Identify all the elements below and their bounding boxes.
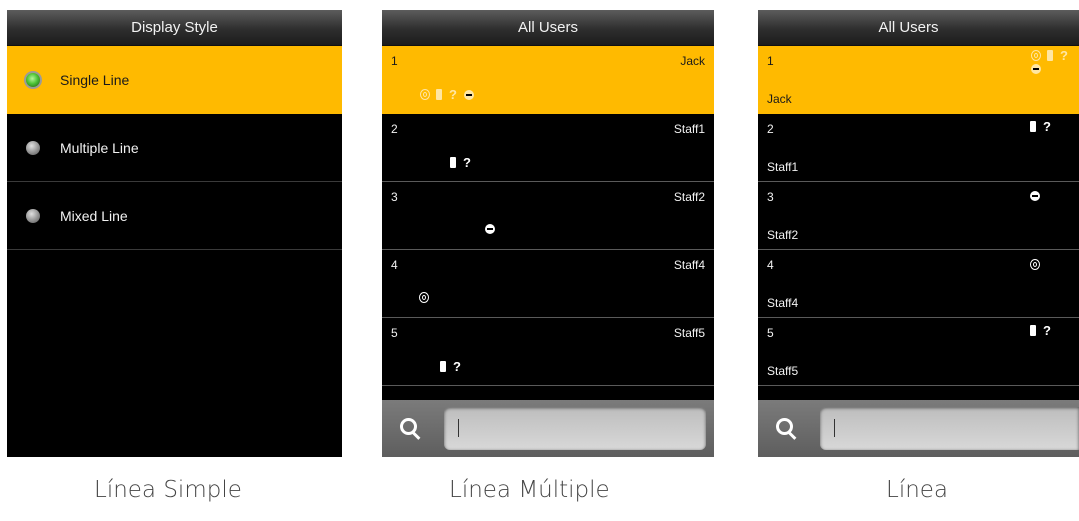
user-row[interactable]: 2 Staff1 ?	[382, 114, 714, 182]
radio-unselected-icon	[26, 140, 40, 155]
option-mixed-line[interactable]: Mixed Line	[7, 182, 342, 250]
user-id: 2	[767, 122, 774, 136]
screen-title: All Users	[758, 10, 1079, 46]
option-multiple-line[interactable]: Multiple Line	[7, 114, 342, 182]
face-icon	[1030, 191, 1040, 201]
option-single-line[interactable]: Single Line	[7, 46, 342, 114]
radio-selected-icon	[26, 72, 40, 87]
user-name: Staff4	[767, 296, 799, 310]
password-icon: ?	[463, 155, 471, 170]
display-style-screen: Display Style Single Line Multiple Line …	[7, 10, 342, 457]
password-icon: ?	[1043, 119, 1051, 134]
user-name: Jack	[767, 92, 792, 106]
verify-icons: ?	[1030, 120, 1052, 133]
card-icon	[1030, 325, 1036, 336]
face-icon	[1031, 64, 1041, 74]
text-caret	[834, 419, 835, 437]
user-row[interactable]: 4 Staff4	[758, 250, 1079, 318]
search-input[interactable]	[444, 407, 706, 450]
fingerprint-icon	[1031, 50, 1041, 61]
radio-unselected-icon	[26, 208, 40, 223]
screen-title: All Users	[382, 10, 714, 46]
password-icon: ?	[1060, 48, 1068, 63]
user-row[interactable]: 3 Staff2	[758, 182, 1079, 250]
user-name: Staff1	[767, 160, 799, 174]
fingerprint-icon	[420, 89, 430, 100]
option-label: Mixed Line	[60, 207, 128, 224]
search-bar	[758, 400, 1079, 457]
user-name: Jack	[680, 54, 705, 68]
user-id: 4	[391, 258, 398, 272]
search-icon[interactable]	[774, 416, 800, 442]
text-caret	[458, 419, 459, 437]
user-row[interactable]: 3 Staff2	[382, 182, 714, 250]
verify-icons	[1030, 259, 1040, 270]
user-id: 2	[391, 122, 398, 136]
option-label: Single Line	[60, 71, 130, 88]
card-icon	[440, 361, 446, 372]
verify-icons: ?	[1030, 324, 1052, 337]
user-row[interactable]: 2 Staff1 ?	[758, 114, 1079, 182]
password-icon: ?	[1043, 323, 1051, 338]
verify-icons: ?	[420, 88, 474, 101]
search-bar	[382, 400, 714, 457]
user-row[interactable]: 5 Staff5 ?	[758, 318, 1079, 386]
user-name: Staff1	[673, 122, 705, 136]
user-id: 3	[391, 190, 398, 204]
search-input[interactable]	[820, 407, 1079, 450]
face-icon	[464, 89, 474, 100]
verify-icons	[419, 292, 429, 303]
all-users-multiple-line-screen: All Users 1 Jack ? 2 Staff1 ? 3 Staff2 4…	[382, 10, 714, 457]
all-users-mixed-line-screen: All Users 1 Jack ? 2 Staff1 ? 3 Staff2 4…	[758, 10, 1079, 457]
user-name: Staff2	[767, 228, 799, 242]
search-icon[interactable]	[398, 416, 424, 442]
user-id: 3	[767, 190, 774, 204]
password-icon: ?	[449, 87, 457, 102]
user-row[interactable]: 1 Jack ?	[382, 46, 714, 114]
user-name: Staff5	[673, 326, 705, 340]
screen-title: Display Style	[7, 10, 342, 46]
fingerprint-icon	[419, 292, 429, 303]
face-icon	[485, 224, 495, 234]
user-name: Staff5	[767, 364, 799, 378]
user-row[interactable]: 4 Staff4	[382, 250, 714, 318]
verify-icons	[485, 224, 495, 234]
card-icon	[450, 157, 456, 168]
user-id: 5	[391, 326, 398, 340]
caption-single-line: Línea Simple	[94, 477, 242, 503]
user-name: Staff2	[673, 190, 705, 204]
password-icon: ?	[453, 359, 461, 374]
user-id: 5	[767, 326, 774, 340]
card-icon	[436, 89, 442, 100]
user-row[interactable]: 5 Staff5 ?	[382, 318, 714, 386]
caption-mixed-line: Línea	[886, 477, 949, 503]
card-icon	[1047, 50, 1053, 61]
user-id: 4	[767, 258, 774, 272]
caption-multiple-line: Línea Múltiple	[449, 477, 610, 503]
verify-icons: ?	[440, 360, 462, 373]
verify-icons	[1030, 191, 1040, 201]
user-id: 1	[391, 54, 398, 68]
user-name: Staff4	[673, 258, 705, 272]
user-id: 1	[767, 54, 774, 68]
fingerprint-icon	[1030, 259, 1040, 270]
option-label: Multiple Line	[60, 139, 139, 156]
verify-icons: ?	[450, 156, 472, 169]
user-row[interactable]: 1 Jack ?	[758, 46, 1079, 114]
card-icon	[1030, 121, 1036, 132]
verify-icons: ?	[1031, 49, 1079, 74]
